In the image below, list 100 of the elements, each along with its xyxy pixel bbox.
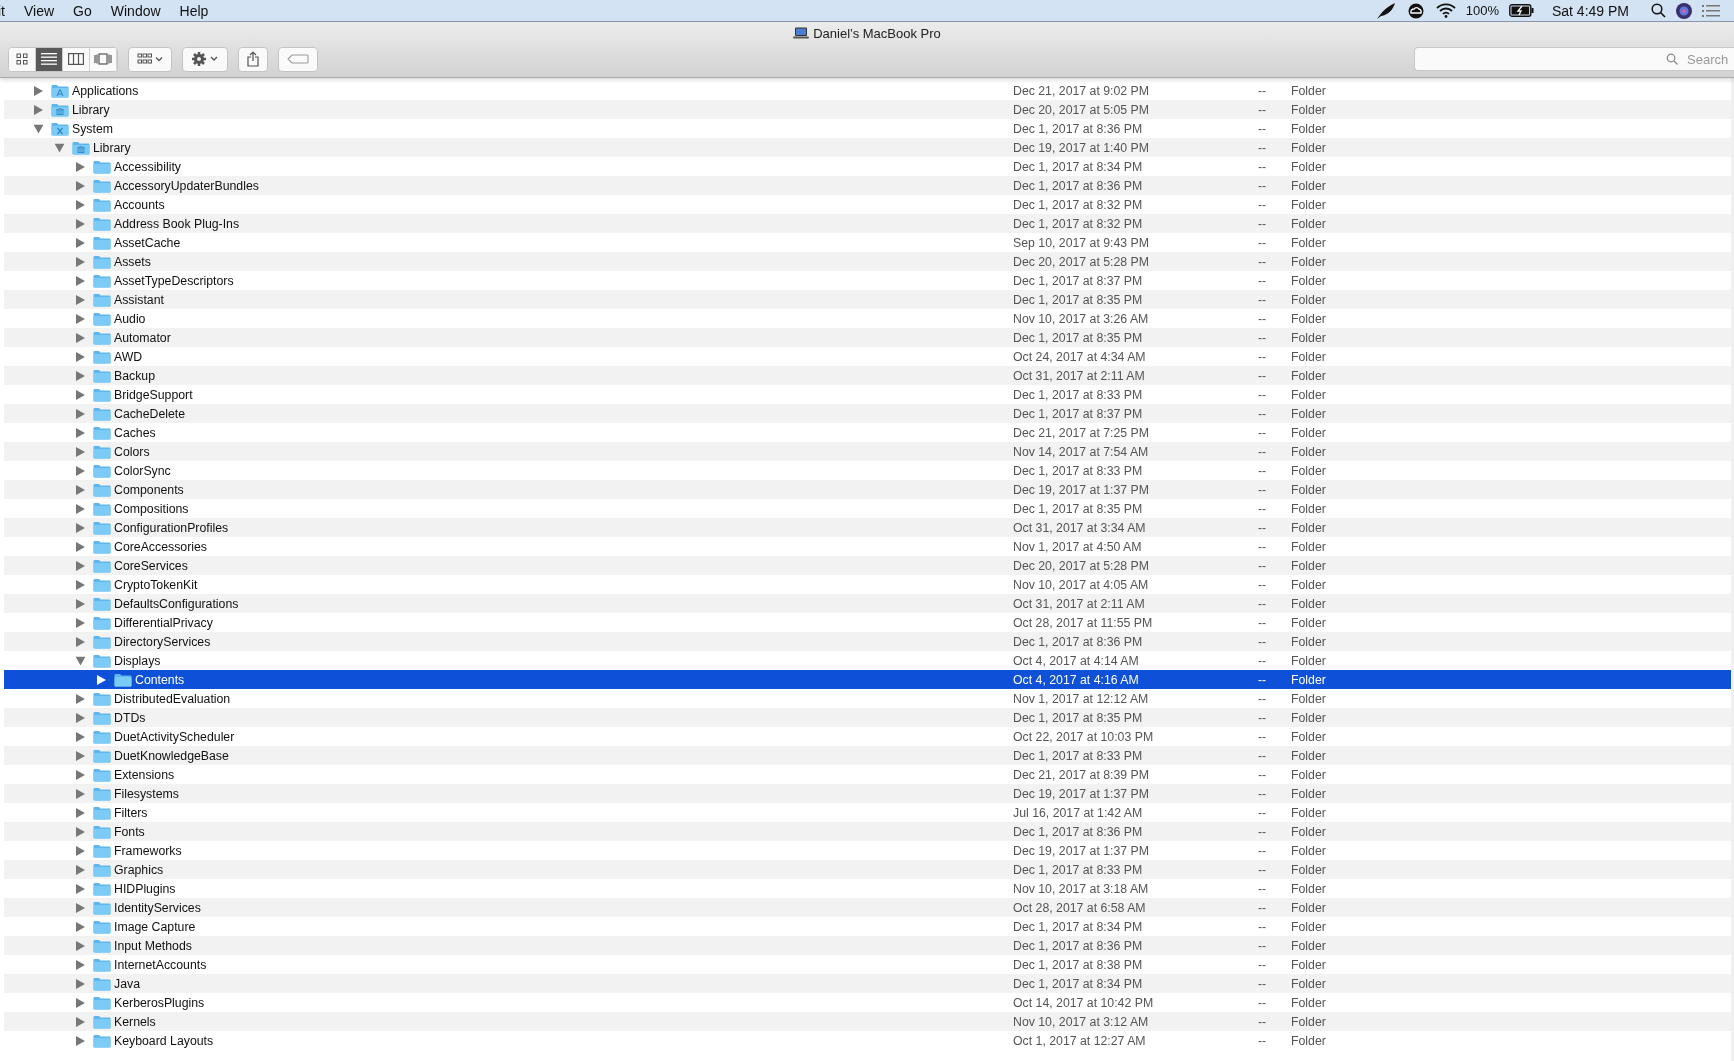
menu-item[interactable]: Help	[179, 2, 209, 19]
file-row[interactable]: Fonts Dec 1, 2017 at 8:36 PM -- Folder	[4, 822, 1731, 841]
file-kind: Folder	[1291, 881, 1326, 896]
file-row[interactable]: IdentityServices Oct 28, 2017 at 6:58 AM -- Folder	[4, 898, 1731, 917]
disclosure-triangle-icon[interactable]	[76, 883, 85, 894]
disclosure-triangle-icon[interactable]	[76, 275, 85, 286]
disclosure-triangle-icon[interactable]	[76, 560, 85, 571]
disclosure-triangle-icon[interactable]	[34, 85, 43, 96]
disclosure-triangle-icon[interactable]	[76, 313, 85, 324]
file-name: DistributedEvaluation	[114, 691, 231, 706]
view-mode-button[interactable]	[9, 47, 36, 71]
menu-list-icon[interactable]	[1702, 4, 1720, 17]
menu-item[interactable]: View	[24, 2, 55, 19]
file-row[interactable]: Address Book Plug-Ins Dec 1, 2017 at 8:32 PM -- Folder	[4, 214, 1731, 233]
disclosure-triangle-icon[interactable]	[76, 978, 85, 989]
file-row[interactable]: Components Dec 19, 2017 at 1:37 PM -- Folder	[4, 480, 1731, 499]
disclosure-triangle-icon[interactable]	[76, 446, 85, 457]
disclosure-triangle-icon[interactable]	[76, 389, 85, 400]
action-button[interactable]	[182, 46, 228, 72]
disclosure-triangle-icon[interactable]	[76, 427, 85, 438]
disclosure-triangle-icon[interactable]	[76, 180, 85, 191]
disclosure-triangle-icon[interactable]	[76, 712, 85, 723]
file-row[interactable]: Contents Oct 4, 2017 at 4:16 AM -- Folder	[4, 670, 1731, 689]
file-row[interactable]: ConfigurationProfiles Oct 31, 2017 at 3:34 AM -- Folder	[4, 518, 1731, 537]
view-mode-button[interactable]	[36, 47, 63, 71]
file-row[interactable]: CoreServices Dec 20, 2017 at 5:28 PM -- Folder	[4, 556, 1731, 575]
file-row[interactable]: Colors Nov 14, 2017 at 7:54 AM -- Folder	[4, 442, 1731, 461]
disclosure-triangle-icon[interactable]	[76, 465, 85, 476]
file-name: Image Capture	[114, 919, 196, 934]
disclosure-triangle-icon[interactable]	[76, 940, 85, 951]
disclosure-triangle-icon[interactable]	[76, 598, 85, 609]
file-row[interactable]: CacheDelete Dec 1, 2017 at 8:37 PM -- Folder	[4, 404, 1731, 423]
disclosure-triangle-icon[interactable]	[76, 731, 85, 742]
search-field[interactable]: Search	[1414, 47, 1734, 71]
disclosure-triangle-icon[interactable]	[76, 617, 85, 628]
file-row[interactable]: Automator Dec 1, 2017 at 8:35 PM -- Folder	[4, 328, 1731, 347]
file-row[interactable]: Library Dec 20, 2017 at 5:05 PM -- Folder	[4, 100, 1731, 119]
disclosure-triangle-icon[interactable]	[76, 503, 85, 514]
search-icon[interactable]	[1651, 3, 1666, 18]
disclosure-triangle-icon[interactable]	[76, 864, 85, 875]
file-row[interactable]: Graphics Dec 1, 2017 at 8:33 PM -- Folder	[4, 860, 1731, 879]
file-row[interactable]: Java Dec 1, 2017 at 8:34 PM -- Folder	[4, 974, 1731, 993]
disclosure-triangle-icon[interactable]	[76, 807, 85, 818]
disclosure-triangle-icon[interactable]	[76, 921, 85, 932]
disclosure-triangle-icon[interactable]	[34, 104, 43, 115]
disclosure-triangle-icon[interactable]	[76, 199, 85, 210]
wifi-icon[interactable]	[1435, 3, 1456, 18]
file-row[interactable]: Assistant Dec 1, 2017 at 8:35 PM -- Folder	[4, 290, 1731, 309]
disclosure-triangle-icon[interactable]	[76, 256, 85, 267]
disclosure-triangle-icon[interactable]	[76, 693, 85, 704]
file-row[interactable]: Library Dec 19, 2017 at 1:40 PM -- Folder	[4, 138, 1731, 157]
file-row[interactable]: Kernels Nov 10, 2017 at 3:12 AM -- Folder	[4, 1012, 1731, 1031]
disclosure-triangle-icon[interactable]	[76, 959, 85, 970]
file-row[interactable]: DefaultsConfigurations Oct 31, 2017 at 2:11 AM -- Folder	[4, 594, 1731, 613]
file-kind: Folder	[1291, 463, 1326, 478]
siri-icon[interactable]	[1676, 2, 1692, 19]
disclosure-triangle-icon[interactable]	[76, 788, 85, 799]
file-row[interactable]: DuetKnowledgeBase Dec 1, 2017 at 8:33 PM -- Folder	[4, 746, 1731, 765]
file-name: DuetActivityScheduler	[114, 729, 235, 744]
file-row[interactable]: DTDs Dec 1, 2017 at 8:35 PM -- Folder	[4, 708, 1731, 727]
file-row[interactable]: Input Methods Dec 1, 2017 at 8:36 PM -- Folder	[4, 936, 1731, 955]
feather-icon[interactable]	[1375, 1, 1396, 20]
disclosure-triangle-icon[interactable]	[76, 636, 85, 647]
disclosure-triangle-icon[interactable]	[76, 484, 85, 495]
disclosure-triangle-icon[interactable]	[76, 845, 85, 856]
disclosure-triangle-icon[interactable]	[54, 143, 65, 152]
disclosure-triangle-icon[interactable]	[97, 674, 106, 685]
battery-icon[interactable]	[1508, 4, 1534, 17]
file-row[interactable]: Filesystems Dec 19, 2017 at 1:37 PM -- Folder	[4, 784, 1731, 803]
disclosure-triangle-icon[interactable]	[76, 541, 85, 552]
group-button[interactable]	[128, 46, 172, 72]
disclosure-triangle-icon[interactable]	[76, 218, 85, 229]
file-row[interactable]: Assets Dec 20, 2017 at 5:28 PM -- Folder	[4, 252, 1731, 271]
disclosure-triangle-icon[interactable]	[76, 1035, 85, 1046]
clock[interactable]: Sat 4:49 PM	[1551, 2, 1629, 19]
disclosure-triangle-icon[interactable]	[76, 997, 85, 1008]
menu-item[interactable]: Window	[110, 2, 161, 19]
share-button[interactable]	[238, 46, 268, 72]
disclosure-triangle-icon[interactable]	[33, 124, 44, 133]
disclosure-triangle-icon[interactable]	[76, 579, 85, 590]
file-row[interactable]: AccessoryUpdaterBundles Dec 1, 2017 at 8:36 PM -- Folder	[4, 176, 1731, 195]
disclosure-triangle-icon[interactable]	[76, 826, 85, 837]
file-row[interactable]: Backup Oct 31, 2017 at 2:11 AM -- Folder	[4, 366, 1731, 385]
disclosure-triangle-icon[interactable]	[76, 294, 85, 305]
file-row[interactable]: DirectoryServices Dec 1, 2017 at 8:36 PM -- Folder	[4, 632, 1731, 651]
disclosure-triangle-icon[interactable]	[76, 902, 85, 913]
file-size: --	[1258, 672, 1268, 687]
date-modified: Dec 19, 2017 at 1:40 PM	[1013, 140, 1151, 155]
disclosure-triangle-icon[interactable]	[76, 522, 85, 533]
disclosure-triangle-icon[interactable]	[75, 656, 86, 665]
disclosure-triangle-icon[interactable]	[76, 161, 85, 172]
menu-item[interactable]: Go	[73, 2, 92, 19]
disclosure-triangle-icon[interactable]	[76, 351, 85, 362]
disclosure-triangle-icon[interactable]	[76, 750, 85, 761]
disclosure-triangle-icon[interactable]	[76, 408, 85, 419]
disclosure-triangle-icon[interactable]	[76, 769, 85, 780]
disclosure-triangle-icon[interactable]	[76, 370, 85, 381]
disclosure-triangle-icon[interactable]	[76, 1016, 85, 1027]
disclosure-triangle-icon[interactable]	[76, 237, 85, 248]
disclosure-triangle-icon[interactable]	[76, 332, 85, 343]
